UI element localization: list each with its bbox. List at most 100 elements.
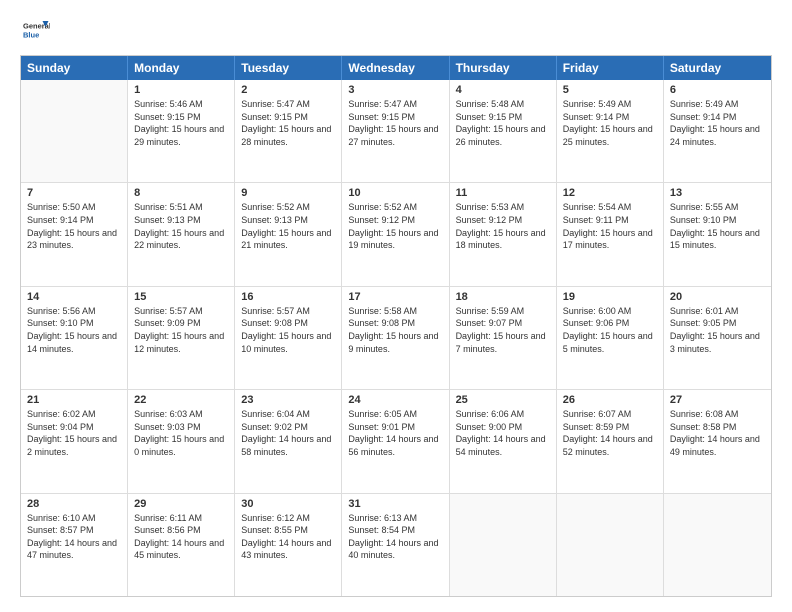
calendar-cell: 12 Sunrise: 5:54 AMSunset: 9:11 PMDayligh…	[557, 183, 664, 285]
cell-info: Sunrise: 6:03 AMSunset: 9:03 PMDaylight:…	[134, 408, 228, 458]
cell-info: Sunrise: 6:13 AMSunset: 8:54 PMDaylight:…	[348, 512, 442, 562]
svg-text:Blue: Blue	[23, 31, 39, 40]
day-number: 22	[134, 394, 228, 406]
cell-info: Sunrise: 5:47 AMSunset: 9:15 PMDaylight:…	[241, 98, 335, 148]
day-number: 11	[456, 187, 550, 199]
day-number: 18	[456, 291, 550, 303]
day-number: 8	[134, 187, 228, 199]
cell-info: Sunrise: 6:07 AMSunset: 8:59 PMDaylight:…	[563, 408, 657, 458]
calendar-cell	[557, 494, 664, 596]
calendar-cell: 17 Sunrise: 5:58 AMSunset: 9:08 PMDayligh…	[342, 287, 449, 389]
cell-info: Sunrise: 5:48 AMSunset: 9:15 PMDaylight:…	[456, 98, 550, 148]
day-number: 26	[563, 394, 657, 406]
cell-info: Sunrise: 6:10 AMSunset: 8:57 PMDaylight:…	[27, 512, 121, 562]
weekday-header-sunday: Sunday	[21, 56, 128, 80]
cell-info: Sunrise: 5:55 AMSunset: 9:10 PMDaylight:…	[670, 201, 765, 251]
calendar-cell: 30 Sunrise: 6:12 AMSunset: 8:55 PMDayligh…	[235, 494, 342, 596]
day-number: 17	[348, 291, 442, 303]
calendar-cell	[21, 80, 128, 182]
calendar-cell: 6Sunrise: 5:49 AMSunset: 9:14 PMDaylight…	[664, 80, 771, 182]
calendar-cell: 29Sunrise: 6:11 AMSunset: 8:56 PMDayligh…	[128, 494, 235, 596]
calendar-cell: 11 Sunrise: 5:53 AMSunset: 9:12 PMDayligh…	[450, 183, 557, 285]
day-number: 2	[241, 84, 335, 96]
logo: General Blue	[20, 15, 54, 45]
calendar-cell: 26 Sunrise: 6:07 AMSunset: 8:59 PMDayligh…	[557, 390, 664, 492]
cell-info: Sunrise: 5:56 AMSunset: 9:10 PMDaylight:…	[27, 305, 121, 355]
calendar-cell: 10Sunrise: 5:52 AMSunset: 9:12 PMDayligh…	[342, 183, 449, 285]
cell-info: Sunrise: 5:51 AMSunset: 9:13 PMDaylight:…	[134, 201, 228, 251]
calendar-cell: 13Sunrise: 5:55 AMSunset: 9:10 PMDayligh…	[664, 183, 771, 285]
day-number: 5	[563, 84, 657, 96]
day-number: 9	[241, 187, 335, 199]
cell-info: Sunrise: 5:53 AMSunset: 9:12 PMDaylight:…	[456, 201, 550, 251]
day-number: 15	[134, 291, 228, 303]
calendar-cell: 15 Sunrise: 5:57 AMSunset: 9:09 PMDayligh…	[128, 287, 235, 389]
day-number: 23	[241, 394, 335, 406]
cell-info: Sunrise: 5:52 AMSunset: 9:13 PMDaylight:…	[241, 201, 335, 251]
cell-info: Sunrise: 6:12 AMSunset: 8:55 PMDaylight:…	[241, 512, 335, 562]
calendar-cell: 22 Sunrise: 6:03 AMSunset: 9:03 PMDayligh…	[128, 390, 235, 492]
calendar-row-3: 21Sunrise: 6:02 AMSunset: 9:04 PMDayligh…	[21, 390, 771, 493]
day-number: 14	[27, 291, 121, 303]
calendar-cell: 27 Sunrise: 6:08 AMSunset: 8:58 PMDayligh…	[664, 390, 771, 492]
calendar-cell: 21Sunrise: 6:02 AMSunset: 9:04 PMDayligh…	[21, 390, 128, 492]
cell-info: Sunrise: 6:00 AMSunset: 9:06 PMDaylight:…	[563, 305, 657, 355]
calendar-cell: 1Sunrise: 5:46 AMSunset: 9:15 PMDaylight…	[128, 80, 235, 182]
calendar-cell: 23 Sunrise: 6:04 AMSunset: 9:02 PMDayligh…	[235, 390, 342, 492]
day-number: 12	[563, 187, 657, 199]
calendar-cell: 3Sunrise: 5:47 AMSunset: 9:15 PMDaylight…	[342, 80, 449, 182]
weekday-header-monday: Monday	[128, 56, 235, 80]
cell-info: Sunrise: 5:49 AMSunset: 9:14 PMDaylight:…	[670, 98, 765, 148]
cell-info: Sunrise: 5:57 AMSunset: 9:09 PMDaylight:…	[134, 305, 228, 355]
weekday-header-saturday: Saturday	[664, 56, 771, 80]
cell-info: Sunrise: 6:06 AMSunset: 9:00 PMDaylight:…	[456, 408, 550, 458]
calendar-cell: 24 Sunrise: 6:05 AMSunset: 9:01 PMDayligh…	[342, 390, 449, 492]
calendar-cell: 5Sunrise: 5:49 AMSunset: 9:14 PMDaylight…	[557, 80, 664, 182]
calendar-cell: 18 Sunrise: 5:59 AMSunset: 9:07 PMDayligh…	[450, 287, 557, 389]
cell-info: Sunrise: 5:54 AMSunset: 9:11 PMDaylight:…	[563, 201, 657, 251]
weekday-header-thursday: Thursday	[450, 56, 557, 80]
weekday-header-friday: Friday	[557, 56, 664, 80]
day-number: 30	[241, 498, 335, 510]
cell-info: Sunrise: 6:01 AMSunset: 9:05 PMDaylight:…	[670, 305, 765, 355]
calendar-cell: 14 Sunrise: 5:56 AMSunset: 9:10 PMDayligh…	[21, 287, 128, 389]
calendar-cell	[450, 494, 557, 596]
calendar-cell: 8 Sunrise: 5:51 AMSunset: 9:13 PMDaylight…	[128, 183, 235, 285]
calendar: SundayMondayTuesdayWednesdayThursdayFrid…	[20, 55, 772, 597]
day-number: 4	[456, 84, 550, 96]
day-number: 24	[348, 394, 442, 406]
cell-info: Sunrise: 5:59 AMSunset: 9:07 PMDaylight:…	[456, 305, 550, 355]
cell-info: Sunrise: 5:58 AMSunset: 9:08 PMDaylight:…	[348, 305, 442, 355]
cell-info: Sunrise: 6:08 AMSunset: 8:58 PMDaylight:…	[670, 408, 765, 458]
day-number: 28	[27, 498, 121, 510]
calendar-cell	[664, 494, 771, 596]
header: General Blue	[20, 15, 772, 45]
logo-icon: General Blue	[20, 15, 50, 45]
day-number: 20	[670, 291, 765, 303]
calendar-cell: 9 Sunrise: 5:52 AMSunset: 9:13 PMDaylight…	[235, 183, 342, 285]
day-number: 25	[456, 394, 550, 406]
cell-info: Sunrise: 5:57 AMSunset: 9:08 PMDaylight:…	[241, 305, 335, 355]
cell-info: Sunrise: 5:47 AMSunset: 9:15 PMDaylight:…	[348, 98, 442, 148]
day-number: 29	[134, 498, 228, 510]
calendar-cell: 2 Sunrise: 5:47 AMSunset: 9:15 PMDaylight…	[235, 80, 342, 182]
calendar-cell: 28 Sunrise: 6:10 AMSunset: 8:57 PMDayligh…	[21, 494, 128, 596]
calendar-header: SundayMondayTuesdayWednesdayThursdayFrid…	[21, 56, 771, 80]
calendar-cell: 16 Sunrise: 5:57 AMSunset: 9:08 PMDayligh…	[235, 287, 342, 389]
day-number: 27	[670, 394, 765, 406]
cell-info: Sunrise: 6:04 AMSunset: 9:02 PMDaylight:…	[241, 408, 335, 458]
calendar-cell: 7Sunrise: 5:50 AMSunset: 9:14 PMDaylight…	[21, 183, 128, 285]
calendar-body: 1Sunrise: 5:46 AMSunset: 9:15 PMDaylight…	[21, 80, 771, 596]
day-number: 16	[241, 291, 335, 303]
cell-info: Sunrise: 5:46 AMSunset: 9:15 PMDaylight:…	[134, 98, 228, 148]
cell-info: Sunrise: 5:52 AMSunset: 9:12 PMDaylight:…	[348, 201, 442, 251]
cell-info: Sunrise: 6:05 AMSunset: 9:01 PMDaylight:…	[348, 408, 442, 458]
calendar-cell: 19 Sunrise: 6:00 AMSunset: 9:06 PMDayligh…	[557, 287, 664, 389]
page: General Blue SundayMondayTuesdayWednesda…	[0, 0, 792, 612]
calendar-cell: 31 Sunrise: 6:13 AMSunset: 8:54 PMDayligh…	[342, 494, 449, 596]
day-number: 7	[27, 187, 121, 199]
calendar-row-1: 7Sunrise: 5:50 AMSunset: 9:14 PMDaylight…	[21, 183, 771, 286]
day-number: 19	[563, 291, 657, 303]
calendar-row-4: 28 Sunrise: 6:10 AMSunset: 8:57 PMDayligh…	[21, 494, 771, 596]
day-number: 31	[348, 498, 442, 510]
